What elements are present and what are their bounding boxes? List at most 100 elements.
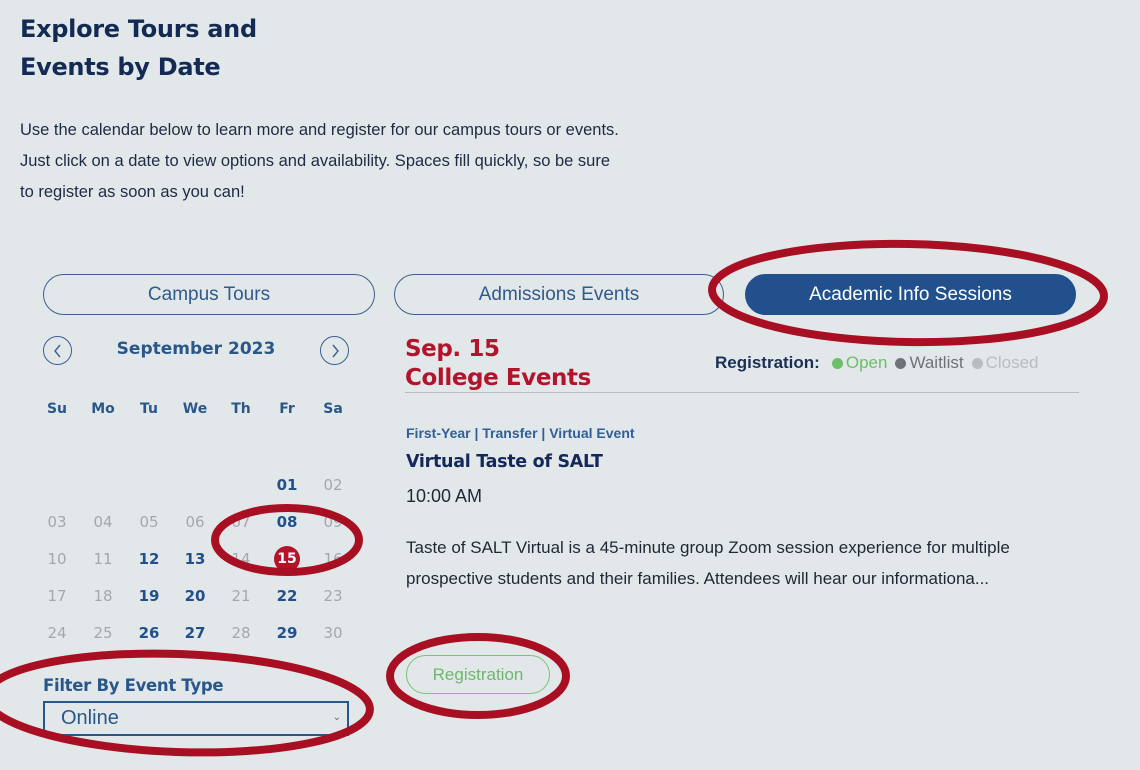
- open-dot-icon: [831, 357, 843, 369]
- calendar-day: 16: [310, 540, 356, 577]
- calendar-day-number: 25: [93, 623, 113, 642]
- calendar-day-number: 12: [138, 549, 160, 568]
- event-title[interactable]: Virtual Taste of SALT: [406, 452, 603, 472]
- events-date: Sep. 15: [405, 336, 500, 362]
- calendar-day[interactable]: 19: [126, 577, 172, 614]
- tab-campus-tours[interactable]: Campus Tours: [43, 274, 375, 315]
- calendar-day: 30: [310, 614, 356, 651]
- legend-label: Registration:: [715, 353, 820, 372]
- intro-line-2: Just click on a date to view options and…: [20, 152, 611, 170]
- legend-waitlist-label: Waitlist: [909, 353, 964, 372]
- waitlist-dot-icon: [895, 357, 907, 369]
- calendar-day-number: 06: [185, 512, 205, 531]
- calendar-day: 25: [80, 614, 126, 651]
- weekday-header: Sa: [323, 401, 343, 417]
- calendar-day-selected[interactable]: 15: [264, 540, 310, 577]
- calendar-day-number: 28: [231, 623, 251, 642]
- calendar-day: 18: [80, 577, 126, 614]
- calendar-day-number: 13: [184, 549, 206, 568]
- calendar-day: 10: [34, 540, 80, 577]
- weekday-header: Th: [231, 401, 251, 417]
- calendar-day: 06: [172, 503, 218, 540]
- calendar-day-number: 19: [138, 586, 160, 605]
- chevron-down-icon: ⌄: [332, 712, 341, 723]
- intro-line-1: Use the calendar below to learn more and…: [20, 121, 619, 139]
- calendar-day-number: 21: [231, 586, 251, 605]
- calendar-day-number: 01: [276, 475, 298, 494]
- calendar-day-number: 22: [276, 586, 298, 605]
- calendar-day-number: 20: [184, 586, 206, 605]
- calendar-day[interactable]: 12: [126, 540, 172, 577]
- calendar-day[interactable]: 08: [264, 503, 310, 540]
- legend-closed: Closed: [971, 353, 1039, 373]
- next-month-button[interactable]: [320, 336, 349, 365]
- legend-open: Open: [831, 353, 888, 373]
- page-title-line-1: Explore Tours and: [20, 15, 257, 43]
- event-type-select[interactable]: Online ⌄: [43, 701, 349, 736]
- calendar-empty-cell: [218, 466, 264, 503]
- page-title-line-2: Events by Date: [20, 53, 221, 81]
- calendar-day[interactable]: 01: [264, 466, 310, 503]
- calendar-day-number: 15: [274, 545, 300, 572]
- tab-admissions-events[interactable]: Admissions Events: [394, 274, 724, 315]
- events-date-heading: Sep. 15 College Events: [405, 335, 591, 393]
- registration-button[interactable]: Registration: [406, 655, 550, 694]
- calendar-day[interactable]: 22: [264, 577, 310, 614]
- calendar-day: 17: [34, 577, 80, 614]
- calendar-empty-cell: [126, 466, 172, 503]
- calendar-day-number: 14: [231, 549, 251, 568]
- calendar-grid: Su Mo Tu We Th Fr Sa 01 02 03 04 05 06 07 08 09 10 11 12 13…: [34, 392, 356, 651]
- calendar-empty-cell: [80, 466, 126, 503]
- calendar-day: 28: [218, 614, 264, 651]
- calendar-day[interactable]: 13: [172, 540, 218, 577]
- weekday-header: Mo: [91, 401, 115, 417]
- legend-open-label: Open: [845, 353, 888, 372]
- calendar-day-number: 24: [47, 623, 67, 642]
- registration-legend: Registration: Open Waitlist Closed: [715, 353, 1047, 373]
- calendar-day-number: 04: [93, 512, 113, 531]
- events-heading: College Events: [405, 365, 591, 391]
- event-description: Taste of SALT Virtual is a 45-minute gro…: [406, 538, 1010, 588]
- calendar-day-number: 02: [323, 475, 343, 494]
- calendar-day-number: 23: [323, 586, 343, 605]
- closed-dot-icon: [971, 357, 983, 369]
- weekday-header: Fr: [279, 401, 295, 417]
- calendar-day[interactable]: 27: [172, 614, 218, 651]
- calendar-day: 09: [310, 503, 356, 540]
- month-navigation: September 2023: [43, 336, 349, 366]
- chevron-right-icon: [331, 344, 339, 357]
- event-time: 10:00 AM: [406, 486, 483, 506]
- calendar-day-number: 27: [184, 623, 206, 642]
- calendar-day-number: 26: [138, 623, 160, 642]
- previous-month-button[interactable]: [43, 336, 72, 365]
- weekday-header: Tu: [140, 401, 158, 417]
- legend-waitlist: Waitlist: [895, 353, 964, 373]
- calendar-day-number: 30: [323, 623, 343, 642]
- calendar-day: 03: [34, 503, 80, 540]
- calendar-day[interactable]: 29: [264, 614, 310, 651]
- calendar-day: 11: [80, 540, 126, 577]
- calendar-day-number: 17: [47, 586, 67, 605]
- calendar-day-number: 08: [276, 512, 298, 531]
- heading-divider: [405, 392, 1079, 393]
- tab-academic-info-sessions[interactable]: Academic Info Sessions: [745, 274, 1076, 315]
- calendar-day-number: 16: [323, 549, 343, 568]
- filter-label: Filter By Event Type: [43, 676, 224, 695]
- calendar-day-number: 07: [231, 512, 251, 531]
- legend-closed-label: Closed: [985, 353, 1039, 372]
- event-tags: First-Year | Transfer | Virtual Event: [406, 425, 635, 441]
- calendar-day: 02: [310, 466, 356, 503]
- calendar-day[interactable]: 20: [172, 577, 218, 614]
- calendar-empty-cell: [34, 466, 80, 503]
- event-type-selected-value: Online: [61, 707, 119, 729]
- calendar-day-number: 09: [323, 512, 343, 531]
- calendar-day: 04: [80, 503, 126, 540]
- calendar-day: 14: [218, 540, 264, 577]
- calendar-day: 21: [218, 577, 264, 614]
- calendar-day[interactable]: 26: [126, 614, 172, 651]
- weekday-header: We: [182, 401, 208, 417]
- calendar-day: 05: [126, 503, 172, 540]
- calendar-spacer: [34, 429, 356, 449]
- chevron-left-icon: [53, 344, 61, 357]
- calendar-day: 24: [34, 614, 80, 651]
